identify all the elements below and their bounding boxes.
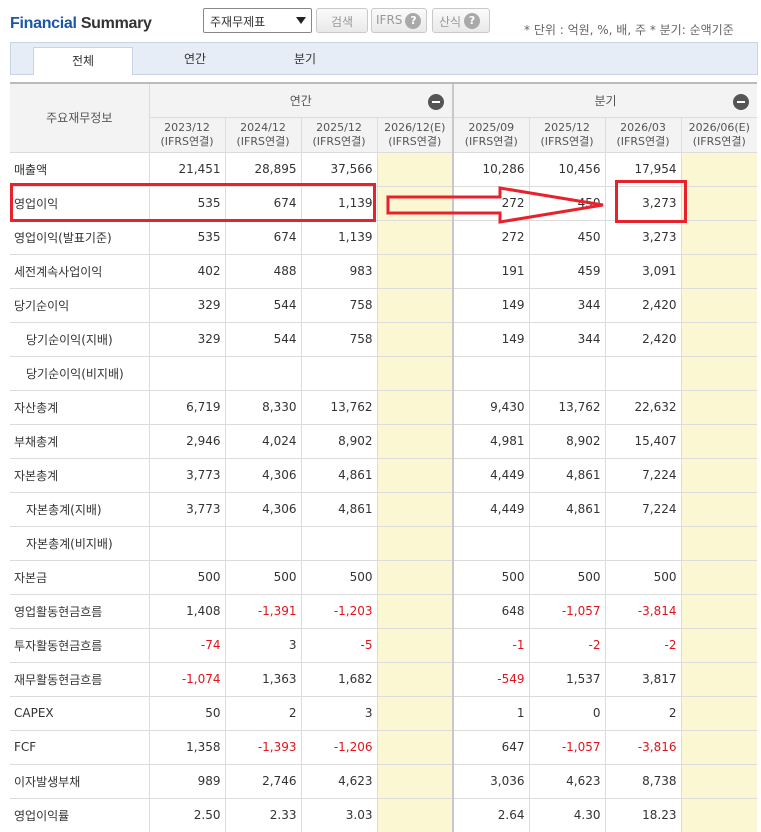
arrow-shape [386, 186, 604, 224]
highlight-arrow [386, 186, 604, 224]
